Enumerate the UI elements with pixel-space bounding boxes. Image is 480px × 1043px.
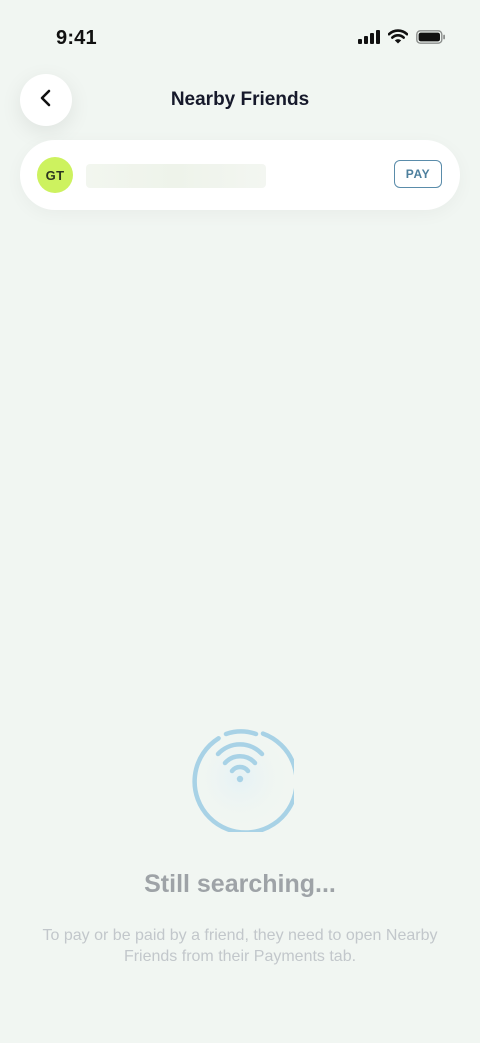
pay-button[interactable]: PAY bbox=[394, 160, 442, 188]
signal-icon bbox=[358, 29, 380, 49]
friend-name-placeholder bbox=[86, 164, 266, 188]
status-time: 9:41 bbox=[56, 27, 97, 49]
wifi-search-icon bbox=[186, 724, 299, 835]
friend-card[interactable]: GT PAY bbox=[20, 140, 460, 210]
status-icons bbox=[358, 29, 446, 49]
page-title: Nearby Friends bbox=[170, 89, 310, 110]
status-bar: 9:41 bbox=[0, 0, 480, 78]
search-title: Still searching... bbox=[144, 870, 336, 898]
battery-icon bbox=[416, 29, 446, 49]
wifi-icon bbox=[387, 29, 409, 49]
search-description: To pay or be paid by a friend, they need… bbox=[42, 927, 438, 965]
avatar: GT bbox=[37, 157, 73, 193]
